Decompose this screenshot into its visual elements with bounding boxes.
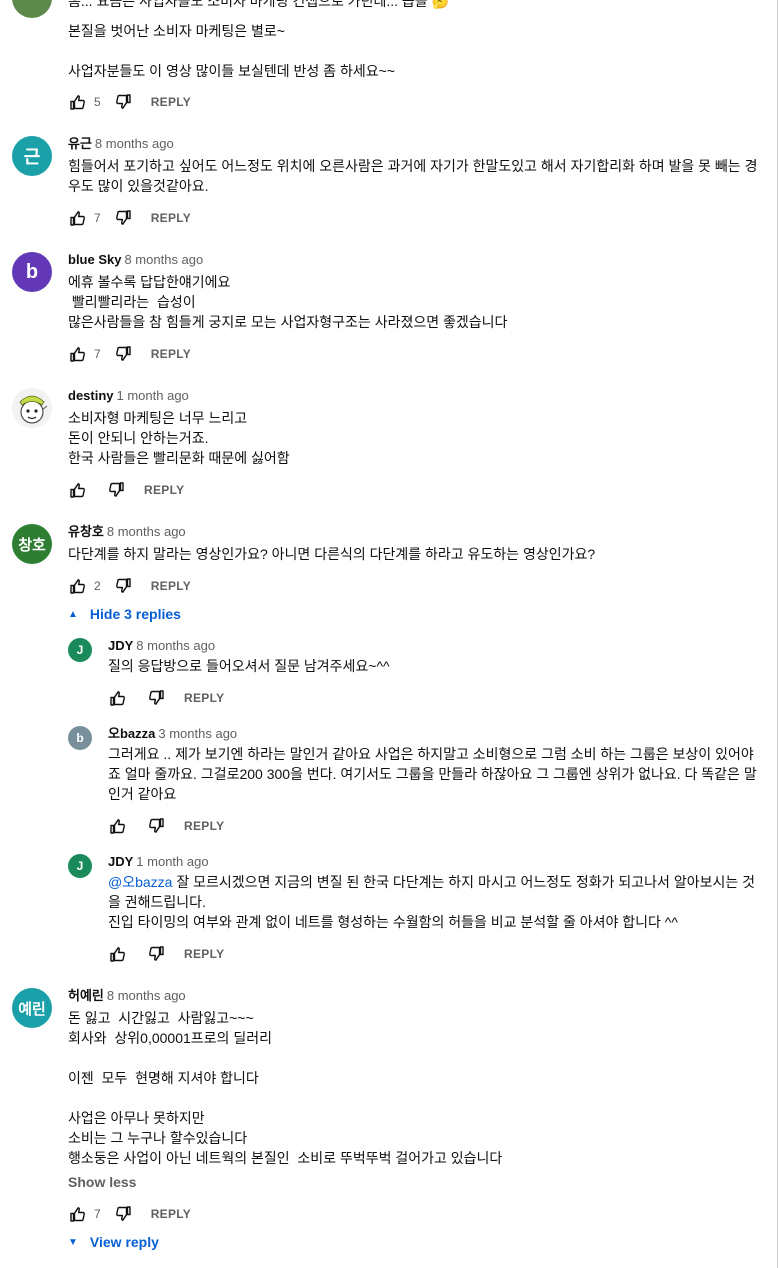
reply-button[interactable]: REPLY	[151, 347, 191, 361]
comment-actions: REPLY	[68, 480, 184, 500]
reply-actions: REPLY	[108, 944, 224, 964]
avatar[interactable]: J	[68, 854, 92, 878]
like-count: 7	[94, 211, 101, 225]
like-icon[interactable]	[108, 817, 126, 835]
avatar[interactable]: 창호	[12, 524, 52, 564]
reply-time[interactable]: 8 months ago	[136, 638, 215, 653]
reply-text: 그러게요 .. 제가 보기엔 하라는 말인거 같아요 사업은 하지말고 소비형으…	[108, 746, 757, 802]
reply-button[interactable]: REPLY	[144, 483, 184, 497]
comment-text: 다단계를 하지 말라는 영상인가요? 아니면 다른식의 다단계를 하라고 유도하…	[68, 546, 596, 562]
avatar[interactable]: 근	[12, 136, 52, 176]
comment-actions: 7 REPLY	[68, 208, 191, 228]
comment-author[interactable]: 유창호	[68, 524, 104, 539]
comment-header: destiny 1 month ago	[68, 387, 189, 405]
comment-time[interactable]: 8 months ago	[107, 988, 186, 1003]
view-reply-label: View reply	[89, 1234, 159, 1250]
like-icon[interactable]	[108, 945, 126, 963]
comment-author[interactable]: 허예린	[68, 988, 104, 1003]
reply-header: JDY 1 month ago	[108, 853, 209, 871]
reply-text: @오bazza 잘 모르시겠으면 지금의 변질 된 한국 다단계는 하지 마시고…	[108, 872, 763, 932]
like-icon[interactable]	[68, 93, 86, 111]
comment-text: 본질을 벗어난 소비자 마케팅은 별로~ 사업자분들도 이 영상 많이들 보실텐…	[68, 23, 395, 79]
reply-button[interactable]: REPLY	[151, 579, 191, 593]
reply-actions: REPLY	[108, 816, 224, 836]
dislike-icon[interactable]	[148, 945, 166, 963]
reply-author[interactable]: 오bazza	[108, 726, 155, 741]
reply-text-body: 잘 모르시겠으면 지금의 변질 된 한국 다단계는 하지 마시고 어느정도 정화…	[108, 874, 755, 930]
comment-actions: 7 REPLY	[68, 344, 191, 364]
hide-replies-label: Hide 3 replies	[89, 606, 181, 622]
reply-author[interactable]: JDY	[108, 854, 133, 869]
dislike-icon[interactable]	[115, 1205, 133, 1223]
comment-actions: 7 REPLY	[68, 1204, 191, 1224]
like-count: 5	[94, 95, 101, 109]
comment-text: 돈 잃고 시간잃고 사람잃고~~~ 회사와 상위0,00001프로의 딜러리 이…	[68, 1010, 503, 1166]
avatar[interactable]: J	[68, 638, 92, 662]
comment-actions: 2 REPLY	[68, 576, 191, 596]
reply-button[interactable]: REPLY	[151, 211, 191, 225]
comment-time[interactable]: 8 months ago	[95, 136, 174, 151]
like-icon[interactable]	[68, 1205, 86, 1223]
comment-time[interactable]: 8 months ago	[107, 524, 186, 539]
reply-header: 오bazza 3 months ago	[108, 725, 237, 743]
comment-text: 에휴 볼수록 답답한얘기에요 빨리빨리라는 습성이 많은사람들을 참 힘들게 궁…	[68, 274, 508, 330]
reply-text: 질의 응답방으로 들어오셔서 질문 남겨주세요~^^	[108, 658, 390, 674]
show-less-button[interactable]: Show less	[68, 1174, 136, 1190]
like-icon[interactable]	[68, 345, 86, 363]
comment-author[interactable]: blue Sky	[68, 252, 121, 267]
dislike-icon[interactable]	[115, 345, 133, 363]
like-icon[interactable]	[108, 689, 126, 707]
comment-actions: 5 REPLY	[68, 92, 191, 112]
reply-header: JDY 8 months ago	[108, 637, 215, 655]
reply-actions: REPLY	[108, 688, 224, 708]
avatar[interactable]	[12, 0, 52, 18]
like-count: 7	[94, 1207, 101, 1221]
like-icon[interactable]	[68, 577, 86, 595]
like-icon[interactable]	[68, 481, 86, 499]
reply-time[interactable]: 3 months ago	[158, 726, 237, 741]
like-count: 2	[94, 579, 101, 593]
like-count: 7	[94, 347, 101, 361]
reply-button[interactable]: REPLY	[151, 95, 191, 109]
reply-author[interactable]: JDY	[108, 638, 133, 653]
avatar[interactable]: b	[68, 726, 92, 750]
reply-button[interactable]: REPLY	[184, 947, 224, 961]
like-icon[interactable]	[68, 209, 86, 227]
comment-header: 유창호 8 months ago	[68, 523, 186, 541]
reply-time[interactable]: 1 month ago	[136, 854, 208, 869]
chevron-up-icon: ▲	[68, 608, 78, 620]
comment-header: 허예린 8 months ago	[68, 987, 186, 1005]
view-reply-button[interactable]: ▼ View reply	[68, 1234, 159, 1250]
comment-time[interactable]: 1 month ago	[117, 388, 189, 403]
avatar[interactable]: 예린	[12, 988, 52, 1028]
comment-header: blue Sky 8 months ago	[68, 251, 203, 269]
user-mention-link[interactable]: @오bazza	[108, 874, 172, 890]
comment-text: 힘들어서 포기하고 싶어도 어느정도 위치에 오른사람은 과거에 자기가 한말도…	[68, 158, 758, 194]
reply-button[interactable]: REPLY	[184, 691, 224, 705]
comment-header: 유근 8 months ago	[68, 135, 174, 153]
reply-button[interactable]: REPLY	[151, 1207, 191, 1221]
comment-author[interactable]: destiny	[68, 388, 114, 403]
dislike-icon[interactable]	[148, 689, 166, 707]
chevron-down-icon: ▼	[68, 1236, 78, 1248]
comment-text-partial: 흠... 요즘은 사업자들도 소비자 마케팅 컨셉으로 가던데... 씁쓸 🤔	[68, 0, 450, 9]
avatar[interactable]: b	[12, 252, 52, 292]
comment-author[interactable]: 유근	[68, 136, 92, 151]
dislike-icon[interactable]	[115, 93, 133, 111]
dislike-icon[interactable]	[115, 577, 133, 595]
dislike-icon[interactable]	[108, 481, 126, 499]
hide-replies-button[interactable]: ▲ Hide 3 replies	[68, 606, 181, 622]
comment-time[interactable]: 8 months ago	[124, 252, 203, 267]
dislike-icon[interactable]	[115, 209, 133, 227]
reply-button[interactable]: REPLY	[184, 819, 224, 833]
dislike-icon[interactable]	[148, 817, 166, 835]
cartoon-character-icon	[19, 395, 48, 424]
comment-text: 소비자형 마케팅은 너무 느리고 돈이 안되니 안하는거죠. 한국 사람들은 빨…	[68, 410, 290, 466]
avatar[interactable]	[12, 388, 52, 428]
